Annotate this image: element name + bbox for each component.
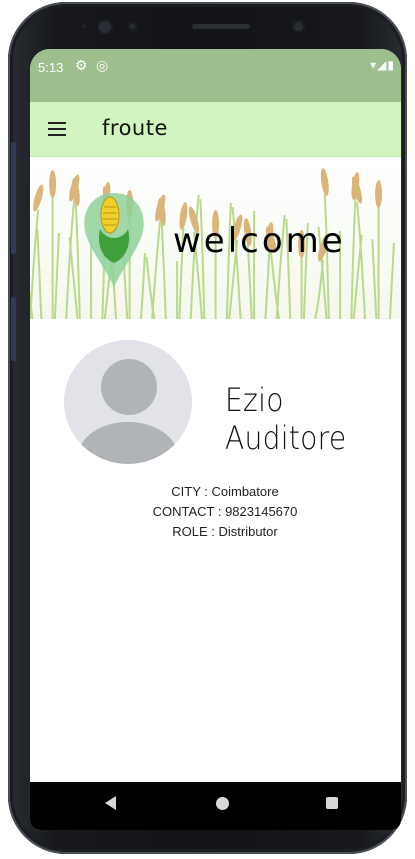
app-bar: froute — [30, 102, 401, 157]
sync-icon: ◎ — [96, 57, 109, 73]
volume-button — [11, 142, 16, 254]
proximity-sensor-icon — [292, 20, 305, 33]
gear-icon: ⚙ — [75, 57, 88, 73]
back-icon[interactable] — [105, 796, 116, 810]
phone-frame: 5:13 ⚙ ◎ ▾◢▮ froute welcome Ezio Auditor… — [8, 2, 407, 854]
app-title: froute — [102, 116, 168, 140]
sensor-icon — [128, 22, 137, 31]
city-text: CITY : Coimbatore — [171, 484, 279, 499]
earpiece-speaker — [192, 24, 250, 29]
contact-text: CONTACT : 9823145670 — [152, 504, 298, 519]
power-button — [11, 297, 16, 361]
sensor-icon — [81, 23, 87, 29]
role-text: ROLE : Distributor — [172, 524, 278, 539]
status-time: 5:13 — [38, 60, 64, 75]
menu-icon[interactable] — [48, 122, 66, 136]
wheat-head — [49, 170, 57, 198]
signal-icon: ◢ — [377, 58, 388, 72]
home-icon[interactable] — [216, 797, 229, 810]
welcome-text: welcome — [173, 221, 346, 261]
front-camera-icon — [97, 19, 113, 35]
welcome-banner: welcome — [30, 157, 401, 319]
profile-details: CITY : Coimbatore CONTACT : 9823145670 R… — [30, 482, 401, 542]
recents-icon[interactable] — [326, 797, 338, 809]
system-nav-bar — [30, 782, 401, 830]
screen: 5:13 ⚙ ◎ ▾◢▮ froute welcome Ezio Auditor… — [30, 49, 401, 830]
profile-name: Ezio Auditore — [225, 381, 347, 457]
status-bar: 5:13 ⚙ ◎ ▾◢▮ — [30, 49, 401, 102]
person-placeholder-icon — [64, 340, 192, 464]
wheat-head — [375, 180, 383, 208]
battery-icon: ▮ — [387, 58, 395, 72]
